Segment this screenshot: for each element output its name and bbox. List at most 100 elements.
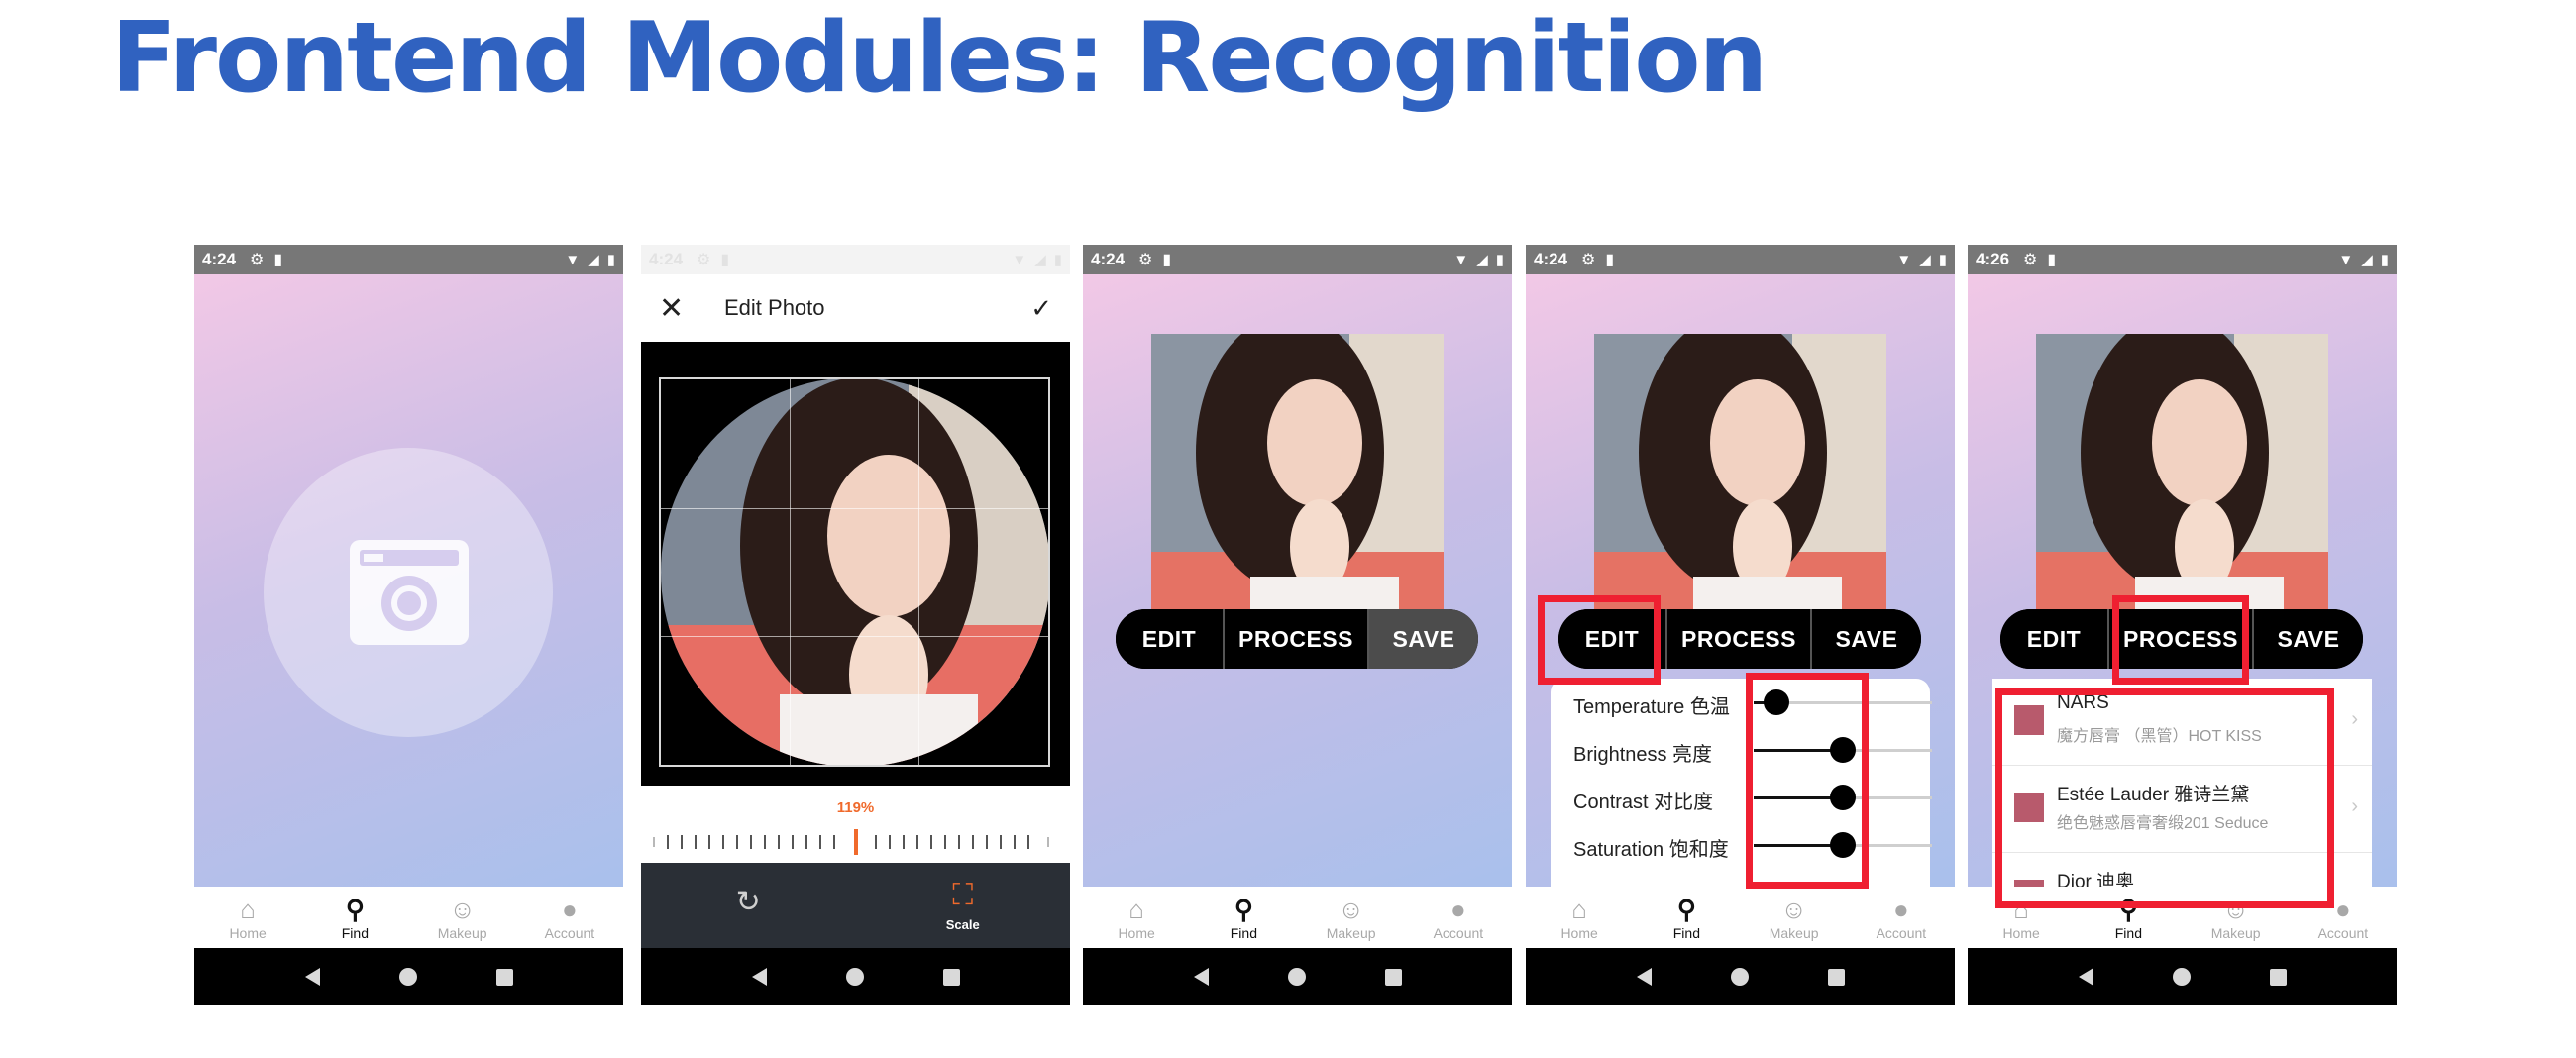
back-icon[interactable] (2078, 968, 2093, 986)
tab-account[interactable]: ● Account (1405, 887, 1512, 948)
home-circle-icon[interactable] (845, 968, 864, 986)
scale-percent: 119% (836, 799, 875, 816)
phone-screen-process-results: 4:26 ⚙ ▮ ▼ ◢ ▮ EDIT PROCESS SAVE NARS 魔方… (1968, 245, 2397, 1005)
rotate-icon: ↻ (735, 886, 761, 918)
edit-tool-bar: ↻ ⛶ Scale (641, 863, 1070, 948)
save-button[interactable]: SAVE (2252, 609, 2363, 669)
close-icon[interactable]: ✕ (659, 291, 689, 326)
rotate-tool-button[interactable]: ↻ (641, 887, 856, 924)
home-circle-icon[interactable] (398, 968, 417, 986)
home-circle-icon[interactable] (1730, 968, 1749, 986)
crop-scale-icon: ⛶ (952, 878, 974, 911)
recents-icon[interactable] (1384, 968, 1402, 986)
bottom-tab-bar: ⌂ Home ⚲ Find ☺ Makeup ● Account (1526, 887, 1955, 948)
tab-makeup[interactable]: ☺ Makeup (409, 887, 516, 948)
wifi-icon: ▼ (2338, 251, 2354, 268)
scale-tool-button[interactable]: ⛶ Scale (856, 878, 1071, 932)
sd-card-icon: ▮ (720, 252, 730, 268)
back-icon[interactable] (304, 968, 320, 986)
wifi-icon: ▼ (1012, 251, 1027, 268)
recents-icon[interactable] (495, 968, 513, 986)
bottom-tab-bar: ⌂ Home ⚲ Find ☺ Makeup ● Account (194, 887, 623, 948)
crop-area[interactable] (641, 342, 1070, 786)
account-icon: ● (562, 894, 578, 924)
home-icon: ⌂ (1128, 894, 1144, 924)
process-button[interactable]: PROCESS (1665, 609, 1810, 669)
tab-find[interactable]: ⚲ Find (1633, 887, 1740, 948)
process-button[interactable]: PROCESS (1223, 609, 1367, 669)
smiley-icon: ☺ (449, 894, 476, 924)
tab-find[interactable]: ⚲ Find (301, 887, 408, 948)
android-nav-bar (194, 948, 623, 1005)
sd-card-icon: ▮ (2047, 252, 2057, 268)
status-time: 4:26 (1976, 250, 2010, 268)
battery-icon: ▮ (1938, 252, 1947, 268)
highlight-process-button (2112, 595, 2249, 685)
tab-home[interactable]: ⌂ Home (1526, 887, 1633, 948)
android-nav-bar (1526, 948, 1955, 1005)
tab-home[interactable]: ⌂ Home (194, 887, 301, 948)
status-time: 4:24 (1534, 250, 1568, 268)
portrait-photo (2036, 334, 2328, 626)
search-icon: ⚲ (1234, 894, 1253, 924)
status-time: 4:24 (649, 250, 684, 268)
home-circle-icon[interactable] (1287, 968, 1306, 986)
tab-makeup[interactable]: ☺ Makeup (1298, 887, 1405, 948)
signal-icon: ◢ (588, 252, 599, 268)
gear-icon: ⚙ (1138, 252, 1153, 268)
account-icon: ● (2335, 894, 2351, 924)
home-circle-icon[interactable] (2172, 968, 2191, 986)
confirm-check-icon[interactable]: ✓ (1030, 293, 1052, 324)
scale-marker[interactable] (853, 829, 858, 855)
edit-button[interactable]: EDIT (2000, 609, 2107, 669)
phone-screen-edit-sliders: 4:24 ⚙ ▮ ▼ ◢ ▮ EDIT PROCESS SAVE Tempera… (1526, 245, 1955, 1005)
smiley-icon: ☺ (1338, 894, 1364, 924)
account-icon: ● (1893, 894, 1909, 924)
tab-makeup[interactable]: ☺ Makeup (1741, 887, 1848, 948)
gear-icon: ⚙ (1581, 252, 1596, 268)
gear-icon: ⚙ (697, 252, 711, 268)
background-gradient: EDIT PROCESS SAVE (1083, 274, 1512, 887)
chevron-right-icon: › (2351, 708, 2358, 730)
crop-grid (659, 377, 1050, 767)
android-nav-bar (1083, 948, 1512, 1005)
status-bar: 4:24 ⚙ ▮ ▼ ◢ ▮ (1526, 245, 1955, 274)
tab-account[interactable]: ● Account (1848, 887, 1955, 948)
save-button[interactable]: SAVE (1810, 609, 1921, 669)
scale-ruler[interactable] (653, 829, 1058, 855)
back-icon[interactable] (751, 968, 767, 986)
bottom-tab-bar: ⌂ Home ⚲ Find ☺ Makeup ● Account (1083, 887, 1512, 948)
tab-home[interactable]: ⌂ Home (1083, 887, 1190, 948)
status-time: 4:24 (202, 250, 237, 268)
upload-photo-button[interactable] (264, 448, 553, 737)
phone-screen-find-empty: 4:24 ⚙ ▮ ▼ ◢ ▮ ⌂ Home ⚲ Find ☺ Makeup ● Acco… (194, 245, 623, 1005)
search-icon: ⚲ (1676, 894, 1696, 924)
tab-find[interactable]: ⚲ Find (1190, 887, 1297, 948)
portrait-photo (1151, 334, 1444, 626)
save-button[interactable]: SAVE (1367, 609, 1478, 669)
sd-card-icon: ▮ (273, 252, 283, 268)
back-icon[interactable] (1193, 968, 1209, 986)
highlight-sliders (1746, 673, 1869, 889)
android-nav-bar (1968, 948, 2397, 1005)
edit-photo-title: Edit Photo (724, 295, 825, 320)
slider-brightness: Brightness 亮度 (1551, 726, 1932, 774)
tab-account[interactable]: ● Account (516, 887, 623, 948)
background-gradient: EDIT PROCESS SAVE Temperature 色温 Brightn… (1526, 274, 1955, 887)
battery-icon: ▮ (2380, 252, 2389, 268)
wifi-icon: ▼ (565, 251, 581, 268)
recents-icon[interactable] (2269, 968, 2287, 986)
recents-icon[interactable] (942, 968, 960, 986)
gear-icon: ⚙ (250, 252, 265, 268)
edit-button[interactable]: EDIT (1116, 609, 1223, 669)
signal-icon: ◢ (2361, 252, 2373, 268)
back-icon[interactable] (1636, 968, 1652, 986)
gear-icon: ⚙ (2023, 252, 2038, 268)
adjustment-slider-panel: Temperature 色温 Brightness 亮度 Contrast 对比… (1551, 679, 1932, 887)
recents-icon[interactable] (1827, 968, 1845, 986)
status-bar: 4:24 ⚙ ▮ ▼ ◢ ▮ (641, 245, 1070, 274)
battery-icon: ▮ (1053, 252, 1062, 268)
slide-title: Frontend Modules: Recognition (111, 2, 1768, 115)
slider-temperature: Temperature 色温 (1551, 679, 1932, 726)
background-gradient (194, 274, 623, 887)
